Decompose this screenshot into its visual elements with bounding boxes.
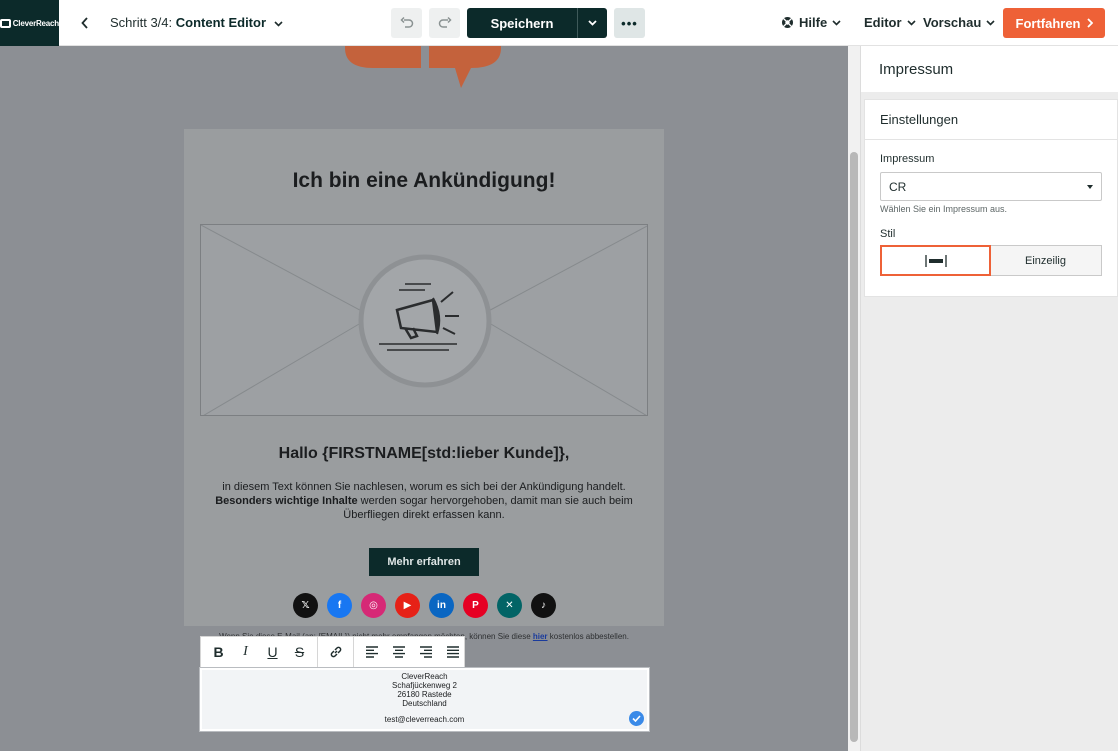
chevron-down-icon (832, 19, 841, 26)
imprint-line: Schafjückenweg 2 (392, 681, 457, 690)
instagram-icon[interactable]: ◎ (361, 593, 386, 618)
style-label: Stil (880, 228, 896, 240)
back-button[interactable] (76, 13, 94, 33)
imprint-select-label: Impressum (880, 153, 935, 165)
save-options-button[interactable] (577, 8, 607, 38)
step-prefix: Schritt 3/4: (110, 15, 176, 30)
save-button[interactable]: Speichern (467, 8, 577, 38)
settings-panel: Impressum Einstellungen Impressum CR Wäh… (860, 46, 1118, 751)
unsubscribe-link[interactable]: hier (533, 632, 548, 641)
imprint-select[interactable]: CR (880, 172, 1102, 201)
align-right-button[interactable] (412, 637, 439, 667)
redo-icon (438, 16, 452, 28)
bold-button[interactable]: B (205, 637, 232, 667)
align-center-icon (392, 646, 405, 658)
imprint-select-value: CR (889, 179, 907, 194)
style-option-multiline[interactable] (880, 245, 991, 276)
help-label: Hilfe (799, 15, 828, 30)
youtube-icon[interactable]: ▶ (395, 593, 420, 618)
undo-icon (399, 16, 413, 28)
chevron-left-icon (81, 17, 88, 29)
align-left-button[interactable] (358, 637, 385, 667)
link-icon (330, 646, 341, 658)
imprint-address: CleverReach Schafjückenweg 2 26180 Raste… (202, 672, 647, 708)
imprint-line: CleverReach (401, 672, 448, 681)
chevron-down-icon (906, 19, 916, 26)
italic-button[interactable]: I (232, 637, 259, 667)
format-group-align (354, 637, 470, 667)
body-bold: Besonders wichtige Inhalte (215, 495, 358, 507)
continue-button[interactable]: Fortfahren (1003, 8, 1105, 38)
text-format-toolbar: B I U S (200, 636, 465, 668)
body-line1: in diesem Text können Sie nachlesen, wor… (222, 481, 626, 493)
format-group-style: B I U S (201, 637, 318, 667)
chevron-down-icon (986, 19, 995, 26)
logo-mark-icon (0, 18, 11, 28)
megaphone-icon (379, 283, 459, 351)
strikethrough-button[interactable]: S (286, 637, 313, 667)
email-body-text[interactable]: in diesem Text können Sie nachlesen, wor… (194, 480, 654, 522)
canvas-scrollbar[interactable] (848, 46, 860, 751)
underline-button[interactable]: U (259, 637, 286, 667)
email-canvas[interactable]: Ich bin eine Ankündigung! Hallo {FIRSTNA… (0, 46, 848, 751)
xing-icon[interactable]: ✕ (497, 593, 522, 618)
undo-button[interactable] (391, 8, 422, 38)
panel-header: Impressum (861, 46, 1118, 92)
x-icon[interactable]: 𝕏 (293, 593, 318, 618)
cta-button[interactable]: Mehr erfahren (369, 548, 479, 576)
align-center-button[interactable] (385, 637, 412, 667)
chevron-down-icon (588, 20, 597, 26)
format-group-link (318, 637, 354, 667)
panel-title: Impressum (879, 61, 954, 78)
more-options-button[interactable]: ••• (614, 8, 645, 38)
social-icons: 𝕏f ◎ ▶ in P ✕ ♪ (293, 593, 556, 618)
align-right-icon (419, 646, 432, 658)
image-placeholder[interactable] (200, 224, 648, 416)
pinterest-icon[interactable]: P (463, 593, 488, 618)
imprint-select-hint: Wählen Sie ein Impressum aus. (880, 204, 1008, 214)
settings-section-title: Einstellungen (865, 100, 1117, 140)
cleverreach-logo[interactable]: CleverReach (0, 0, 59, 46)
continue-label: Fortfahren (1015, 15, 1081, 31)
help-lifebuoy-icon (782, 17, 793, 28)
email-headline[interactable]: Ich bin eine Ankündigung! (184, 169, 664, 193)
scrollbar-thumb[interactable] (850, 152, 858, 742)
email-greeting[interactable]: Hallo {FIRSTNAME[std:lieber Kunde]}, (184, 445, 664, 463)
editor-menu[interactable]: Editor (864, 15, 916, 30)
help-menu[interactable]: Hilfe (781, 15, 841, 30)
imprint-line: 26180 Rastede (397, 690, 452, 699)
style-toggle: Einzeilig (880, 245, 1102, 276)
facebook-icon[interactable]: f (327, 593, 352, 618)
chevron-down-icon (274, 20, 283, 27)
settings-card: Einstellungen Impressum CR Wählen Sie ei… (864, 99, 1118, 297)
style-option-single-line[interactable]: Einzeilig (990, 246, 1101, 275)
redo-button[interactable] (429, 8, 460, 38)
imprint-email: test@cleverreach.com (384, 715, 465, 724)
imprint-line: Deutschland (402, 699, 447, 708)
preview-label: Vorschau (923, 15, 982, 30)
logo-text: CleverReach (12, 18, 59, 28)
step-selector[interactable]: Schritt 3/4: Content Editor (110, 15, 283, 30)
chevron-right-icon (1086, 18, 1093, 28)
link-button[interactable] (322, 637, 349, 667)
top-bar: CleverReach Schritt 3/4: Content Editor … (0, 0, 1118, 46)
speech-bubble-logo-icon (345, 46, 501, 88)
align-justify-icon (446, 646, 459, 658)
footer-suffix: kostenlos abbestellen. (547, 632, 629, 641)
preview-menu[interactable]: Vorschau (923, 15, 995, 30)
body-line2: werden sogar hervorgehoben, damit man si… (343, 495, 633, 521)
step-current: Content Editor (175, 15, 267, 30)
editor-label: Editor (864, 15, 902, 30)
tiktok-icon[interactable]: ♪ (531, 593, 556, 618)
align-left-icon (365, 646, 378, 658)
selected-check-icon (629, 711, 644, 726)
imprint-block[interactable]: CleverReach Schafjückenweg 2 26180 Raste… (199, 667, 650, 732)
linkedin-icon[interactable]: in (429, 593, 454, 618)
multiline-style-icon (924, 254, 947, 267)
align-justify-button[interactable] (439, 637, 466, 667)
caret-down-icon (1087, 185, 1093, 189)
email-body[interactable]: Ich bin eine Ankündigung! Hallo {FIRSTNA… (184, 129, 664, 626)
